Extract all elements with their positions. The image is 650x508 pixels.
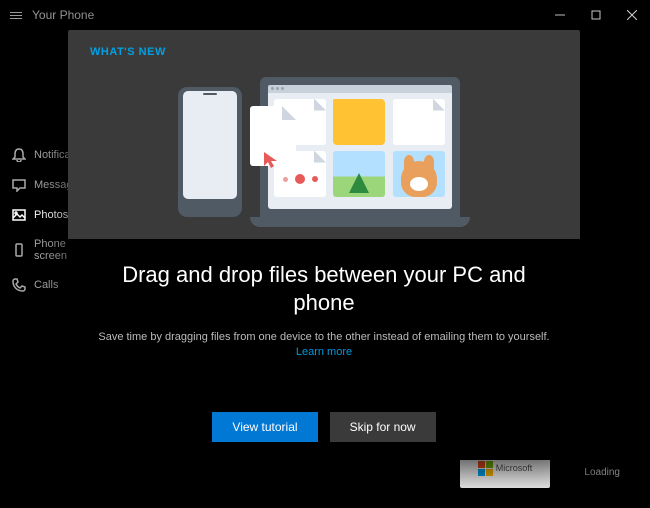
close-button[interactable] [614,0,650,30]
minimize-button[interactable] [542,0,578,30]
view-tutorial-button[interactable]: View tutorial [212,412,317,442]
whats-new-modal: WHAT'S NEW [68,30,580,460]
phone-graphic [178,87,242,217]
file-folder-icon [333,99,385,145]
maximize-button[interactable] [578,0,614,30]
file-photo-icon [333,151,385,197]
microsoft-label: Microsoft [496,463,533,473]
modal-description: Save time by dragging files from one dev… [98,330,550,361]
titlebar: Your Phone [0,0,650,30]
window-title: Your Phone [32,8,94,22]
microsoft-logo-icon [478,461,493,476]
transfer-dots-graphic [283,176,318,184]
hamburger-menu-icon[interactable] [10,12,22,19]
phone-screen-icon [12,243,26,257]
sidebar-item-label: Photos [34,209,68,221]
sidebar-item-label: Settings [34,472,92,490]
message-icon [12,178,26,192]
modal-illustration [68,64,580,239]
backdrop-loading-label: Loading [584,467,620,478]
file-document-icon [393,99,445,145]
modal-badge: WHAT'S NEW [68,30,580,64]
modal-title: Drag and drop files between your PC and … [98,261,550,316]
photo-icon [12,208,26,222]
bell-icon [12,148,26,162]
learn-more-link[interactable]: Learn more [296,346,352,358]
file-photo-icon [393,151,445,197]
sidebar-item-settings[interactable]: Settings [0,464,110,498]
phone-icon [12,278,26,292]
gear-icon [12,474,26,488]
sidebar-item-label: Calls [34,279,58,291]
cursor-arrow-icon [262,150,282,175]
skip-button[interactable]: Skip for now [330,412,436,442]
